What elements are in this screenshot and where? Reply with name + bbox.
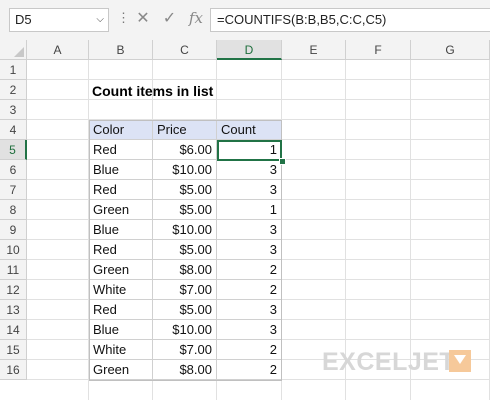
exceljet-logo: EXCELJET [322, 348, 456, 376]
table-header-price[interactable]: Price [153, 120, 217, 140]
column-header-d[interactable]: D [217, 40, 282, 60]
cell-count[interactable]: 1 [217, 140, 282, 160]
cell-price[interactable]: $5.00 [153, 180, 217, 200]
enter-icon[interactable]: ✓ [158, 8, 180, 28]
name-box-value: D5 [15, 12, 32, 27]
column-header-c[interactable]: C [153, 40, 217, 60]
cell-count[interactable]: 3 [217, 220, 282, 240]
cell-count[interactable]: 1 [217, 200, 282, 220]
row-header-8[interactable]: 8 [0, 200, 27, 220]
cancel-icon[interactable]: ✕ [132, 8, 154, 28]
cell-price[interactable]: $10.00 [153, 160, 217, 180]
row-header-4[interactable]: 4 [0, 120, 27, 140]
row-header-16[interactable]: 16 [0, 360, 27, 380]
more-options-icon[interactable]: ⋮ [117, 10, 130, 26]
cell-count[interactable]: 3 [217, 160, 282, 180]
cell-price[interactable]: $5.00 [153, 240, 217, 260]
row-header-1[interactable]: 1 [0, 60, 27, 80]
cell-color[interactable]: Blue [89, 320, 153, 340]
cell-price[interactable]: $5.00 [153, 300, 217, 320]
cell-color[interactable]: Red [89, 240, 153, 260]
cell-price[interactable]: $7.00 [153, 340, 217, 360]
cell-color[interactable]: Green [89, 200, 153, 220]
row-header-3[interactable]: 3 [0, 100, 27, 120]
row-header-6[interactable]: 6 [0, 160, 27, 180]
column-header-b[interactable]: B [89, 40, 153, 60]
cell-count[interactable]: 3 [217, 300, 282, 320]
column-header-g[interactable]: G [411, 40, 490, 60]
cell-price[interactable]: $10.00 [153, 320, 217, 340]
row-header-7[interactable]: 7 [0, 180, 27, 200]
cell-count[interactable]: 2 [217, 360, 282, 380]
insert-function-icon[interactable]: fx [185, 9, 207, 27]
formula-input[interactable]: =COUNTIFS(B:B,B5,C:C,C5) [210, 8, 490, 32]
cell-price[interactable]: $8.00 [153, 260, 217, 280]
column-header-f[interactable]: F [346, 40, 411, 60]
cell-count[interactable]: 2 [217, 280, 282, 300]
cell-count[interactable]: 2 [217, 340, 282, 360]
cell-color[interactable]: Green [89, 360, 153, 380]
formula-bar: D5 ⌵ ⋮ ✕ ✓ fx =COUNTIFS(B:B,B5,C:C,C5) [0, 0, 490, 41]
row-header-13[interactable]: 13 [0, 300, 27, 320]
row-header-10[interactable]: 10 [0, 240, 27, 260]
column-header-a[interactable]: A [27, 40, 89, 60]
cell-color[interactable]: Red [89, 300, 153, 320]
cell-price[interactable]: $10.00 [153, 220, 217, 240]
cell-color[interactable]: White [89, 340, 153, 360]
row-header-12[interactable]: 12 [0, 280, 27, 300]
row-header-5[interactable]: 5 [0, 140, 27, 160]
cell-color[interactable]: Red [89, 140, 153, 160]
row-header-2[interactable]: 2 [0, 80, 27, 100]
cell-price[interactable]: $6.00 [153, 140, 217, 160]
select-all-corner[interactable] [0, 40, 27, 60]
cell-count[interactable]: 2 [217, 260, 282, 280]
cell-count[interactable]: 3 [217, 240, 282, 260]
cell-color[interactable]: Red [89, 180, 153, 200]
cell-color[interactable]: Blue [89, 220, 153, 240]
gridline-horizontal [27, 79, 490, 80]
cell-color[interactable]: Green [89, 260, 153, 280]
cell-count[interactable]: 3 [217, 180, 282, 200]
table-header-color[interactable]: Color [89, 120, 153, 140]
cell-price[interactable]: $5.00 [153, 200, 217, 220]
cell-color[interactable]: White [89, 280, 153, 300]
row-header-14[interactable]: 14 [0, 320, 27, 340]
fill-handle[interactable] [279, 158, 286, 165]
name-box[interactable]: D5 ⌵ [9, 8, 109, 32]
column-header-e[interactable]: E [282, 40, 346, 60]
row-header-11[interactable]: 11 [0, 260, 27, 280]
row-header-9[interactable]: 9 [0, 220, 27, 240]
cell-price[interactable]: $7.00 [153, 280, 217, 300]
exceljet-logo-mark [449, 350, 471, 372]
chevron-down-icon[interactable]: ⌵ [96, 9, 104, 31]
table-header-count[interactable]: Count [217, 120, 282, 140]
sheet-title[interactable]: Count items in list [92, 81, 213, 101]
cell-count[interactable]: 3 [217, 320, 282, 340]
row-header-15[interactable]: 15 [0, 340, 27, 360]
cell-price[interactable]: $8.00 [153, 360, 217, 380]
cell-color[interactable]: Blue [89, 160, 153, 180]
